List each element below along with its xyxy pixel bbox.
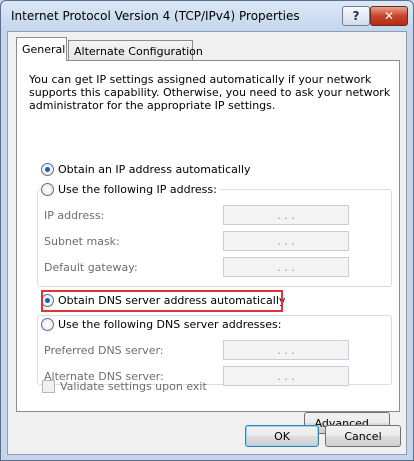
checkbox-unchecked-icon [42, 380, 55, 393]
preferred-dns-input[interactable]: . . . [223, 340, 349, 360]
obtain-dns-auto-label: Obtain DNS server address automatically [58, 294, 286, 307]
preferred-dns-value: . . . [277, 343, 295, 357]
ip-address-value: . . . [277, 208, 295, 222]
tab-alternate-configuration[interactable]: Alternate Configuration [68, 40, 203, 62]
alternate-dns-input[interactable]: . . . [223, 366, 349, 386]
use-following-dns-radio[interactable]: Use the following DNS server addresses: [41, 318, 285, 331]
alternate-dns-value: . . . [277, 369, 295, 383]
title-bar: Internet Protocol Version 4 (TCP/IPv4) P… [1, 1, 413, 31]
close-icon: ✕ [383, 9, 395, 23]
window-title: Internet Protocol Version 4 (TCP/IPv4) P… [11, 9, 300, 23]
description-text: You can get IP settings assigned automat… [29, 73, 391, 112]
radio-checked-icon [41, 294, 54, 307]
validate-settings-checkbox[interactable]: Validate settings upon exit [42, 380, 207, 393]
dialog-body: General Alternate Configuration You can … [7, 31, 407, 455]
subnet-mask-value: . . . [277, 234, 295, 248]
ip-address-label: IP address: [44, 209, 105, 222]
subnet-mask-label: Subnet mask: [44, 235, 120, 248]
preferred-dns-label: Preferred DNS server: [44, 344, 164, 357]
ip-address-input[interactable]: . . . [223, 205, 349, 225]
help-icon: ? [352, 9, 360, 23]
obtain-ip-auto-radio[interactable]: Obtain an IP address automatically [41, 163, 251, 176]
use-following-dns-label: Use the following DNS server addresses: [58, 318, 282, 331]
ok-button[interactable]: OK [245, 425, 319, 447]
tab-general[interactable]: General [16, 37, 67, 61]
close-button[interactable]: ✕ [370, 6, 408, 26]
tab-alternate-configuration-label: Alternate Configuration [74, 45, 203, 58]
use-following-ip-label: Use the following IP address: [58, 183, 217, 196]
radio-unchecked-icon [41, 183, 54, 196]
radio-unchecked-icon [41, 318, 54, 331]
validate-settings-label: Validate settings upon exit [60, 380, 207, 393]
cancel-button[interactable]: Cancel [325, 425, 401, 447]
default-gateway-label: Default gateway: [44, 261, 138, 274]
default-gateway-input[interactable]: . . . [223, 257, 349, 277]
radio-checked-icon [41, 163, 54, 176]
obtain-ip-auto-label: Obtain an IP address automatically [58, 163, 251, 176]
default-gateway-value: . . . [277, 260, 295, 274]
general-panel: You can get IP settings assigned automat… [16, 60, 400, 412]
help-button[interactable]: ? [342, 6, 370, 26]
use-following-ip-radio[interactable]: Use the following IP address: [41, 183, 220, 196]
subnet-mask-input[interactable]: . . . [223, 231, 349, 251]
obtain-dns-auto-radio[interactable]: Obtain DNS server address automatically [41, 294, 285, 307]
tab-general-label: General [22, 43, 66, 56]
ipv4-properties-window: Internet Protocol Version 4 (TCP/IPv4) P… [0, 0, 414, 461]
